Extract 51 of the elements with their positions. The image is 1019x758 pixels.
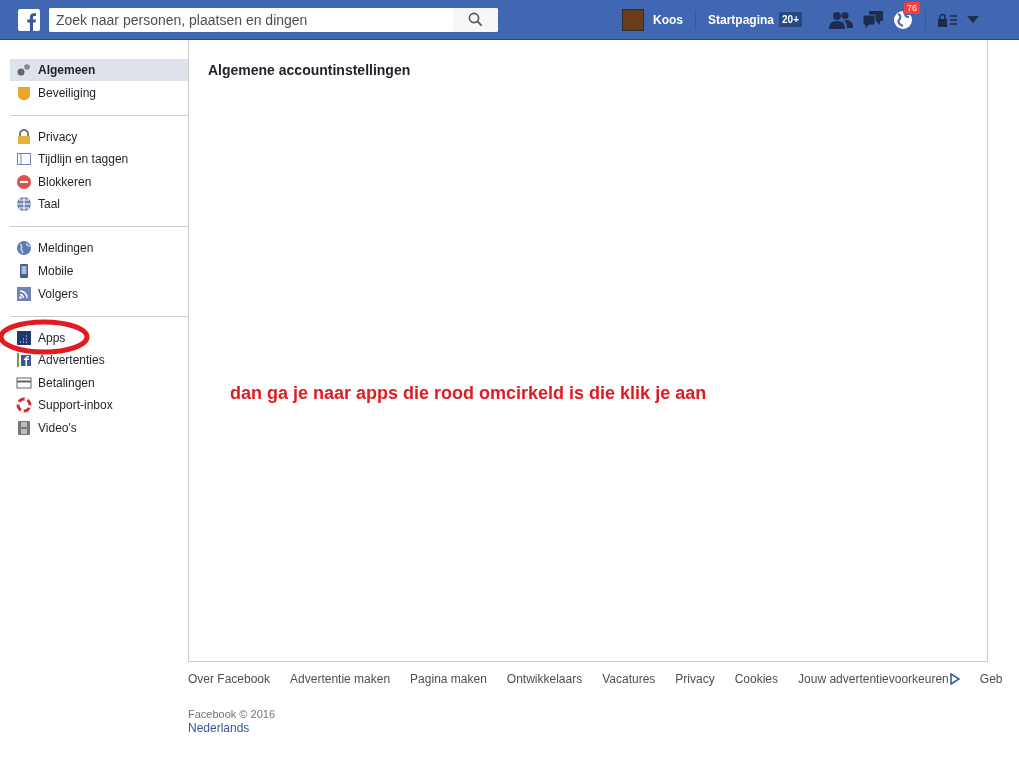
- timeline-icon: [16, 151, 32, 168]
- copyright-text: Facebook © 2016: [188, 708, 276, 720]
- sidebar-item[interactable]: Taal: [10, 193, 188, 216]
- footer-link[interactable]: Geb: [979, 672, 1003, 686]
- card-icon: [16, 374, 32, 391]
- sidebar-item[interactable]: Support-inbox: [10, 394, 188, 417]
- film-icon: [16, 419, 32, 436]
- sidebar-item[interactable]: Beveiliging: [10, 81, 188, 104]
- footer-link[interactable]: Pagina maken: [410, 672, 487, 686]
- padlock-icon: [16, 128, 32, 145]
- grid-icon: [16, 329, 32, 346]
- avatar-image[interactable]: [622, 8, 644, 31]
- flag-icon: [16, 352, 32, 369]
- lock-icon[interactable]: [938, 12, 958, 27]
- footer-link[interactable]: Ontwikkelaars: [506, 672, 583, 686]
- sidebar-item[interactable]: Apps: [10, 326, 188, 349]
- caret-icon[interactable]: [967, 16, 979, 23]
- footer-link[interactable]: Cookies: [734, 672, 779, 686]
- sidebar-item[interactable]: Betalingen: [10, 371, 188, 394]
- sidebar-item[interactable]: Volgers: [10, 282, 188, 305]
- rss-icon: [16, 285, 32, 302]
- sidebar-item[interactable]: Video's: [10, 416, 188, 439]
- sidebar-item[interactable]: Algemeen: [10, 59, 188, 81]
- notification-count-badge: 76: [903, 0, 921, 15]
- language-link[interactable]: Nederlands: [188, 721, 1019, 735]
- friends-icon[interactable]: [829, 10, 853, 29]
- footer-link[interactable]: Over Facebook: [188, 672, 271, 686]
- sidebar-item[interactable]: Tijdlijn en taggen: [10, 148, 188, 171]
- sidebar-item[interactable]: Privacy: [10, 125, 188, 148]
- annotation-text: dan ga je naar apps die rood omcirkeld is die klik je aan: [230, 383, 708, 404]
- page-title: Algemene accountinstellingen: [208, 62, 412, 78]
- sidebar-item[interactable]: Meldingen: [10, 237, 188, 260]
- home-link[interactable]: Startpagina: [708, 12, 775, 27]
- logo-icon[interactable]: [18, 8, 40, 31]
- profile-link[interactable]: Koos: [653, 12, 683, 27]
- globe-icon: [16, 196, 32, 213]
- search-icon[interactable]: [468, 12, 483, 27]
- footer-link[interactable]: Jouw advertentievoorkeuren: [798, 672, 949, 686]
- no-entry-icon: [16, 173, 32, 190]
- earth-icon: [16, 240, 32, 257]
- footer-link[interactable]: Privacy: [675, 672, 715, 686]
- ad-choices-icon[interactable]: [949, 673, 960, 685]
- footer-link[interactable]: Advertentie maken: [290, 672, 391, 686]
- footer-link[interactable]: Vacatures: [602, 672, 656, 686]
- sidebar-item[interactable]: Mobile: [10, 259, 188, 282]
- sidebar-item[interactable]: Advertenties: [10, 349, 188, 372]
- home-count-badge: 20+: [779, 12, 802, 27]
- search-field[interactable]: Zoek naar personen, plaatsen en dingen: [49, 7, 498, 32]
- messages-icon[interactable]: [862, 9, 884, 30]
- sidebar-item[interactable]: Blokkeren: [10, 170, 188, 193]
- lifebuoy-icon: [16, 397, 32, 414]
